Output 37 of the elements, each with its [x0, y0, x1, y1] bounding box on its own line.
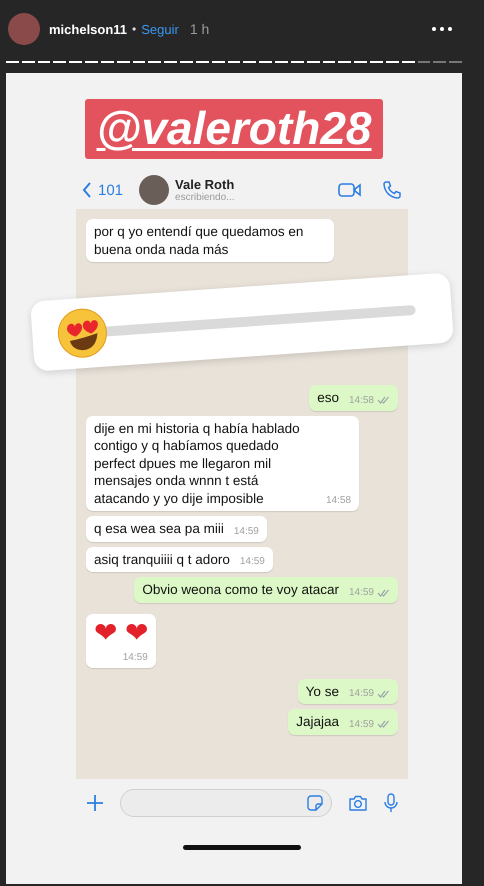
separator-dot: •	[132, 22, 136, 36]
message-time: 14:58	[326, 494, 352, 508]
microphone-icon[interactable]	[384, 793, 398, 813]
plus-icon[interactable]	[86, 794, 104, 812]
contact-status: escribiendo...	[175, 192, 235, 203]
message-time: 14:59	[240, 555, 265, 568]
message-time: 14:59	[122, 650, 148, 664]
avatar[interactable]	[8, 13, 40, 45]
camera-icon[interactable]	[348, 795, 368, 811]
sticker-icon[interactable]	[307, 795, 323, 811]
message-text: eso	[317, 389, 339, 407]
phone-icon[interactable]	[382, 180, 402, 200]
heart-eyes-emoji-icon[interactable]	[56, 306, 110, 360]
message-input-field[interactable]	[120, 789, 332, 817]
contact-name[interactable]: Vale Roth	[175, 177, 235, 192]
message-text: Obvio weona como te voy atacar	[142, 581, 339, 600]
message-text: q esa wea sea pa miii	[94, 520, 224, 538]
message-text: por q yo entendí que quedamos en buena onda nada más	[94, 223, 304, 258]
heart-emojis: ❤ ❤	[94, 618, 148, 649]
message-time: 14:59	[234, 524, 259, 538]
more-options-icon[interactable]	[432, 27, 452, 31]
post-age: 1 h	[190, 21, 210, 37]
contact-avatar[interactable]	[139, 175, 170, 205]
message-text: asiq tranquiiii q t adoro	[94, 550, 230, 568]
username[interactable]: michelson11	[49, 22, 128, 36]
message-time: 14:58	[348, 394, 374, 407]
message-text: dije en mi historia q había hablado contigo y q habíamos quedado perfect dpues me llegaron mil mensajes onda wnnn t está atacando y yo dije imposible	[94, 420, 301, 508]
back-icon[interactable]	[82, 182, 92, 198]
message-text: Jajajaa	[296, 713, 339, 731]
back-count[interactable]: 101	[98, 182, 124, 198]
mention-sticker[interactable]: @valeroth28	[84, 99, 384, 159]
video-call-icon[interactable]	[338, 182, 362, 198]
message-time: 14:59	[348, 586, 374, 600]
follow-link[interactable]: Seguir	[141, 22, 179, 36]
message-text: Yo se	[306, 682, 339, 700]
message-time: 14:59	[348, 687, 374, 700]
message-time: 14:59	[348, 718, 374, 731]
